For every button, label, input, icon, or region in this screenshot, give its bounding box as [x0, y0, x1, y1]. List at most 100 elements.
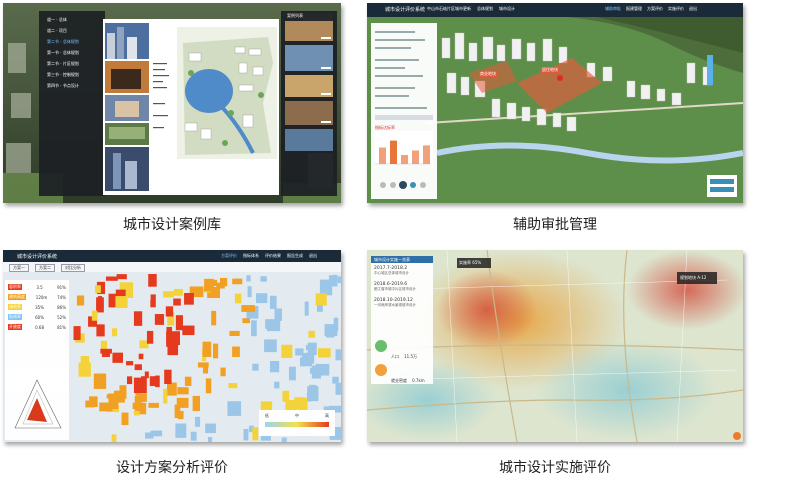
building-block — [337, 276, 341, 284]
approval-nav-item[interactable]: 实施评价 — [668, 6, 684, 12]
building-block — [167, 382, 177, 396]
building-block — [126, 361, 134, 366]
timeline-entry[interactable]: 2018.6-2019.6 都江堰市城中片区城市设计 — [374, 282, 432, 292]
approval-nav-item[interactable]: 辅助审批 — [605, 6, 621, 12]
building-block — [182, 325, 195, 336]
scheme-app-title: 城市设计评价系统 — [17, 254, 58, 260]
metrics-cell: 建筑高度 — [8, 294, 26, 300]
implementation-stat: 就业密度 0.7km — [391, 367, 425, 386]
legend-label: 中 — [295, 413, 299, 418]
chart-bar — [390, 140, 397, 164]
building-block — [234, 293, 242, 304]
metrics-cell: 60% — [35, 314, 44, 320]
scheme-nav-item[interactable]: 指标体系 — [243, 253, 259, 259]
case-menu-item[interactable]: 第四节 · 节点设计 — [47, 83, 79, 89]
timeline-label: 中心城区总体城市设计 — [374, 271, 409, 275]
scheme-metrics-table: 容积率 3.5 91% 建筑高度 120m 74% 绿地率 35% 86% 贴线率 60% 52% 开放… — [8, 284, 66, 334]
building-block — [241, 305, 255, 312]
legend-label: 低 — [265, 413, 269, 418]
approval-nav-item[interactable]: 方案评价 — [647, 6, 663, 12]
scheme-nav-item[interactable]: 退出 — [309, 253, 317, 259]
scheme-nav-item[interactable]: 方案评价 — [221, 253, 237, 259]
building-block — [111, 434, 117, 442]
building-block — [333, 317, 339, 332]
timeline-entry[interactable]: 2017.7-2018.2 中心城区总体城市设计 — [374, 266, 432, 276]
building-block — [328, 275, 338, 286]
building-block — [335, 349, 341, 361]
building-block — [134, 364, 142, 371]
scheme-filter-button[interactable]: 方案二 — [35, 264, 55, 272]
building-block — [252, 363, 259, 371]
building-block — [335, 382, 341, 395]
implementation-screenshot[interactable]: 城市设计实施一览表 2017.7-2018.2 中心城区总体城市设计 2018.… — [367, 250, 743, 442]
building-block — [195, 416, 201, 427]
building-block — [304, 301, 309, 316]
scheme-nav-item[interactable]: 报告生成 — [287, 253, 303, 259]
building-block — [232, 278, 243, 285]
building-block — [269, 295, 277, 309]
approval-nav-item[interactable]: 报建管理 — [626, 6, 642, 12]
building-block — [138, 353, 144, 360]
metrics-cell: 3.5 — [36, 284, 43, 290]
building-block — [190, 431, 197, 441]
case-menu-item[interactable]: 第一节 · 总体规划 — [47, 50, 79, 56]
approval-tab[interactable]: 总体规划 — [477, 6, 493, 12]
metrics-cell: 91% — [57, 284, 66, 290]
building-block — [305, 344, 311, 351]
building-block — [163, 388, 168, 404]
caption-approval: 辅助审批管理 — [513, 217, 597, 233]
metrics-row[interactable]: 绿地率 35% 86% — [8, 304, 66, 310]
stat-value: 0.7km — [412, 378, 425, 383]
metrics-row[interactable]: 贴线率 60% 52% — [8, 314, 66, 320]
metrics-cell: 74% — [57, 294, 66, 300]
scheme-legend: 低 中 高 — [265, 413, 329, 419]
case-menu: 道一 · 总体 道二 · 项目 第二节 · 总体规划 第一节 · 总体规划 第二… — [47, 17, 79, 89]
building-block — [96, 324, 105, 337]
building-block — [100, 348, 112, 354]
case-menu-item[interactable]: 道一 · 总体 — [47, 17, 79, 23]
chart-bar — [423, 145, 430, 164]
building-block — [94, 285, 101, 293]
case-menu-item[interactable]: 第三节 · 控制规划 — [47, 72, 79, 78]
approval-screenshot[interactable]: 城市设计评价系统 中山市石岐片区城市更新 总体规划 城市设计 辅助审批 报建管理… — [367, 3, 743, 203]
case-menu-item[interactable]: 第二节 · 总体规划 — [47, 39, 79, 45]
building-block — [197, 362, 209, 368]
building-block — [232, 346, 240, 358]
approval-nav-item[interactable]: 退出 — [689, 6, 697, 12]
timeline-entry[interactable]: 2018.10-2019.12 一河两岸滨水景观城市设计 — [374, 298, 432, 308]
scheme-filter-button[interactable]: 方案一 — [9, 264, 29, 272]
map-tooltip: 规划地块 A-12 — [680, 275, 707, 280]
building-block — [93, 373, 107, 389]
scheme-filter-button[interactable]: 对比分析 — [61, 264, 85, 272]
building-block — [112, 352, 124, 363]
building-block — [247, 286, 252, 298]
building-block — [154, 314, 165, 325]
metrics-row[interactable]: 建筑高度 120m 74% — [8, 294, 66, 300]
case-menu-item[interactable]: 道二 · 项目 — [47, 28, 79, 34]
metrics-cell: 贴线率 — [8, 314, 22, 320]
scheme-analysis-screenshot[interactable]: 城市设计评价系统 方案评价 指标体系 评价结果 报告生成 退出 方案一 方案二 … — [3, 250, 341, 442]
stat-name: 就业密度 — [391, 378, 407, 383]
map-tooltip: 实施率 65% — [459, 260, 482, 265]
case-library-screenshot[interactable]: 道一 · 总体 道二 · 项目 第二节 · 总体规划 第一节 · 总体规划 第二… — [3, 3, 341, 203]
implementation-panel-title: 城市设计实施一览表 — [374, 257, 410, 262]
building-block — [242, 318, 250, 324]
building-block — [228, 383, 238, 389]
building-block — [91, 310, 98, 321]
metrics-row[interactable]: 容积率 3.5 91% — [8, 284, 66, 290]
metrics-cell: 86% — [57, 304, 66, 310]
legend-label: 高 — [325, 413, 329, 418]
approval-tab[interactable]: 城市设计 — [499, 6, 515, 12]
building-block — [132, 402, 144, 410]
timeline-label: 一河两岸滨水景观城市设计 — [374, 303, 416, 307]
building-block — [246, 275, 251, 282]
approval-tab[interactable]: 中山市石岐片区城市更新 — [427, 6, 471, 12]
building-block — [229, 330, 240, 337]
approval-pin-label[interactable]: 居住地块 — [541, 67, 559, 73]
scheme-nav-item[interactable]: 评价结果 — [265, 253, 281, 259]
metrics-row[interactable]: 开放度 0.68 81% — [8, 324, 66, 330]
building-block — [136, 393, 147, 402]
case-menu-item[interactable]: 第二节 · 片区规划 — [47, 61, 79, 67]
approval-pin-label[interactable]: 商业地块 — [479, 71, 497, 77]
stat-value: 11.5万 — [404, 354, 417, 359]
